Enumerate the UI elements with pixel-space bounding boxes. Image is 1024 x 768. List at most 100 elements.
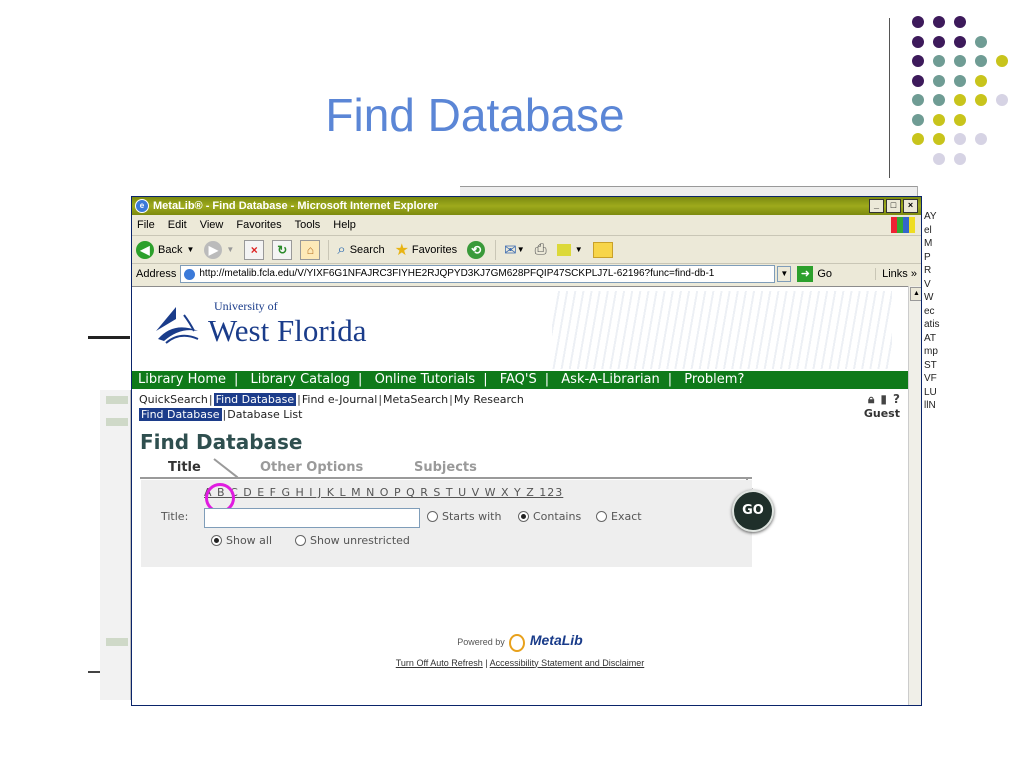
menu-edit[interactable]: Edit [168,219,187,231]
favorites-button[interactable]: ★ Favorites [395,240,458,260]
stop-icon[interactable]: × [244,239,265,260]
minimize-button[interactable]: _ [869,199,884,213]
scroll-up-icon[interactable]: ▲ [910,287,921,301]
lock-icon[interactable]: 🔒︎ [868,392,874,406]
edit-button[interactable]: ▼ [556,243,583,256]
banner-rays [552,291,892,369]
option-show-all[interactable]: Show all [211,534,272,547]
back-button[interactable]: ◀ Back ▼ [136,240,195,259]
tab-subjects[interactable]: Subjects [414,460,477,475]
close-button[interactable]: × [903,199,918,213]
radio-exact[interactable] [596,511,607,522]
background-thumbnail [106,638,128,646]
menu-file[interactable]: File [137,219,155,231]
toolbar-separator [495,239,497,260]
back-arrow-icon: ◀ [136,240,154,259]
radio-contains[interactable] [518,511,529,522]
radio-starts-with[interactable] [427,511,438,522]
nav-library-home[interactable]: Library Home [138,372,226,387]
background-thumbnail [106,418,128,426]
uwf-logo-icon [156,307,199,344]
subnav2-find-database[interactable]: Find Database [139,408,222,421]
print-button[interactable]: ⎙ [535,241,547,258]
tab-title[interactable]: Title [168,460,201,475]
metalib-logo-text: MetaLib [529,632,583,648]
menu-bar: File Edit View Favorites Tools Help [132,215,921,236]
title-search-input[interactable] [204,508,420,528]
subnav-find-ejournal[interactable]: Find e-Journal [302,393,377,406]
decorative-dot [933,16,945,28]
window-title: MetaLib® - Find Database - Microsoft Int… [153,200,438,212]
user-status: Guest [863,407,900,420]
forward-button[interactable]: ▶ ▼ [204,240,234,259]
info-icon[interactable]: ▮ [880,392,887,406]
tab-other-options[interactable]: Other Options [260,460,363,475]
links-label: Links [882,268,908,280]
refresh-icon[interactable]: ↻ [272,239,293,260]
vertical-scrollbar[interactable]: ▲ [908,286,921,705]
decorative-dot [912,55,924,67]
subnav-metasearch[interactable]: MetaSearch [383,393,448,406]
address-dropdown-button[interactable]: ▼ [777,266,792,282]
turn-off-auto-refresh-link[interactable]: Turn Off Auto Refresh [396,658,483,668]
home-icon[interactable]: ⌂ [300,239,321,260]
subnav2-database-list[interactable]: Database List [227,408,302,421]
option-exact[interactable]: Exact [596,510,642,523]
folder-icon[interactable] [592,241,613,258]
go-button[interactable]: ➜ Go [797,266,832,282]
maximize-button[interactable]: □ [886,199,901,213]
address-input[interactable]: http://metalib.fcla.edu/V/YIXF6G1NFAJRC3… [180,265,776,283]
university-banner: University of West Florida [132,287,908,371]
radio-show-all[interactable] [211,535,222,546]
background-window-left [100,390,131,700]
mail-button[interactable]: ✉ ▼ [504,241,525,259]
accessibility-statement-link[interactable]: Accessibility Statement and Disclaimer [490,658,645,668]
alphabet-index[interactable]: A B C D E F G H I J K L M N O P Q R S T … [204,486,563,499]
subnav-quicksearch[interactable]: QuickSearch [139,393,208,406]
back-label: Back [158,243,183,256]
decorative-dot [975,94,987,106]
title-label: Title: [161,510,189,523]
nav-problem[interactable]: Problem? [684,372,744,387]
menu-view[interactable]: View [200,219,224,231]
favorites-label: Favorites [411,243,458,256]
decorative-dot [933,74,945,87]
ie-logo-icon: e [135,199,149,213]
search-panel: A B C D E F G H I J K L M N O P Q R S T … [141,480,774,567]
subnav-my-research[interactable]: My Research [454,393,524,406]
decorative-dot [912,133,924,145]
nav-online-tutorials[interactable]: Online Tutorials [375,372,476,387]
subnav-find-database[interactable]: Find Database [213,393,297,406]
nav-ask-a-librarian[interactable]: Ask-A-Librarian [561,372,659,387]
address-bar: Address http://metalib.fcla.edu/V/YIXF6G… [132,264,921,284]
option-contains[interactable]: Contains [518,510,581,523]
option-show-unrestricted[interactable]: Show unrestricted [295,534,410,547]
go-search-button[interactable]: GO [732,490,774,532]
search-button[interactable]: ⌕ Search [337,241,384,258]
decorative-dot [933,94,945,106]
links-button[interactable]: Links » [875,268,917,280]
library-nav-bar: Library Home | Library Catalog | Online Tu… [132,371,908,389]
go-label: Go [817,268,833,280]
menu-tools[interactable]: Tools [295,219,321,231]
show-all-label: Show all [226,534,273,547]
decorative-dot [912,35,924,48]
windows-logo-icon [891,217,915,233]
option-starts-with[interactable]: Starts with [427,510,501,523]
browser-window: e MetaLib® - Find Database - Microsoft I… [131,196,922,706]
back-dropdown-icon: ▼ [186,245,195,254]
browser-toolbar: ◀ Back ▼ ▶ ▼ × ↻ ⌂ ⌕ Search ★ Favorites … [132,236,921,264]
footer-links: Turn Off Auto Refresh | Accessibility St… [132,658,908,668]
decorative-dot [975,74,987,87]
help-icon[interactable]: ? [893,392,900,406]
decorative-dot [954,74,966,87]
powered-by-label: Powered by [457,637,505,647]
nav-library-catalog[interactable]: Library Catalog [251,372,351,387]
menu-help[interactable]: Help [333,219,356,231]
menu-favorites[interactable]: Favorites [236,219,281,231]
decorative-dot [933,113,945,126]
page-heading: Find Database [140,430,303,454]
radio-show-unrestricted[interactable] [295,535,306,546]
history-icon[interactable]: ⟲ [467,240,486,259]
nav-faqs[interactable]: FAQ'S [500,372,537,387]
